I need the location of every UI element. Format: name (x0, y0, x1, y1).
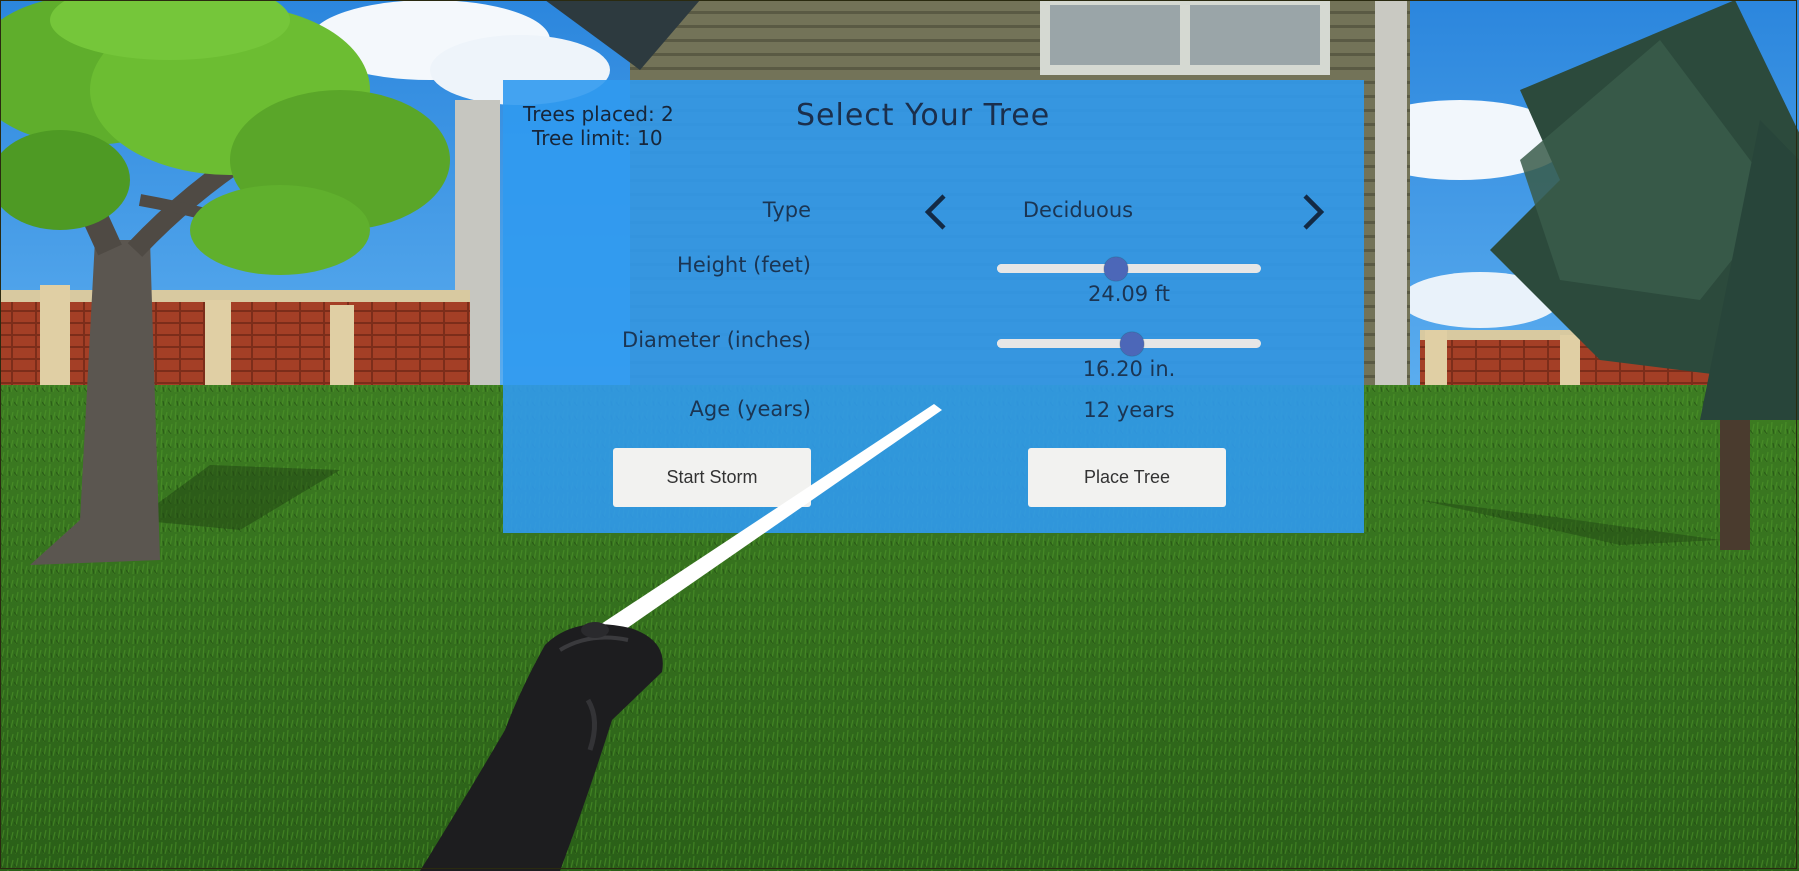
diameter-slider-fill (997, 339, 1132, 348)
place-tree-button[interactable]: Place Tree (1028, 448, 1226, 507)
panel-title: Select Your Tree (796, 98, 1051, 133)
diameter-slider-handle[interactable] (1119, 332, 1144, 356)
chevron-right-icon[interactable] (1295, 190, 1331, 234)
height-slider-fill (997, 264, 1116, 273)
tree-limit-text: Tree limit: 10 (532, 126, 663, 150)
age-value: 12 years (1083, 398, 1175, 422)
height-label: Height (feet) (677, 253, 811, 277)
trees-placed-text: Trees placed: 2 (523, 102, 674, 126)
chevron-left-icon[interactable] (918, 190, 954, 234)
tree-counters: Trees placed: 2 Tree limit: 10 (523, 102, 674, 150)
diameter-slider[interactable] (997, 332, 1261, 356)
tree-selection-panel: Trees placed: 2 Tree limit: 10 Select Yo… (503, 80, 1364, 533)
diameter-value: 16.20 in. (1082, 357, 1176, 381)
height-value: 24.09 ft (1087, 282, 1171, 306)
age-label: Age (years) (689, 397, 811, 421)
type-label: Type (762, 198, 811, 222)
start-storm-button[interactable]: Start Storm (613, 448, 811, 507)
height-slider-handle[interactable] (1103, 257, 1128, 281)
tree-type-value: Deciduous (1022, 198, 1134, 222)
diameter-label: Diameter (inches) (622, 328, 811, 352)
vr-scene: Trees placed: 2 Tree limit: 10 Select Yo… (0, 0, 1799, 871)
height-slider[interactable] (997, 257, 1261, 281)
